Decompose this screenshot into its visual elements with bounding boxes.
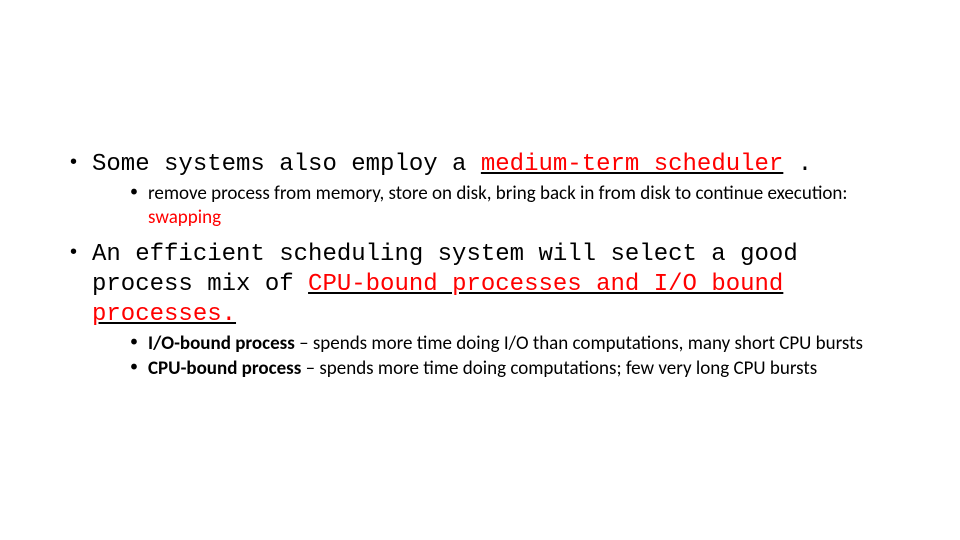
sub-bullet: remove process from memory, store on dis… xyxy=(130,182,890,230)
emphasis: medium-term scheduler xyxy=(481,151,783,178)
text: – spends more time doing computations; f… xyxy=(301,357,817,380)
bullet-1: Some systems also employ a medium-term s… xyxy=(70,150,890,230)
sub-list: remove process from memory, store on dis… xyxy=(92,182,890,230)
text: remove process from memory, store on dis… xyxy=(148,182,848,205)
sub-list: I/O-bound process – spends more time doi… xyxy=(92,332,890,382)
bold-term: CPU-bound process xyxy=(148,357,301,380)
sub-bullet: CPU-bound process – spends more time doi… xyxy=(130,357,890,381)
text: Some systems also employ a xyxy=(92,151,481,178)
text: . xyxy=(783,151,812,178)
text: – spends more time doing I/O than comput… xyxy=(295,332,863,355)
bullet-list: Some systems also employ a medium-term s… xyxy=(70,150,890,381)
bold-term: I/O-bound process xyxy=(148,332,295,355)
emphasis: swapping xyxy=(148,206,221,229)
slide: Some systems also employ a medium-term s… xyxy=(0,0,960,540)
sub-bullet: I/O-bound process – spends more time doi… xyxy=(130,332,890,356)
bullet-2: An efficient scheduling system will sele… xyxy=(70,240,890,382)
